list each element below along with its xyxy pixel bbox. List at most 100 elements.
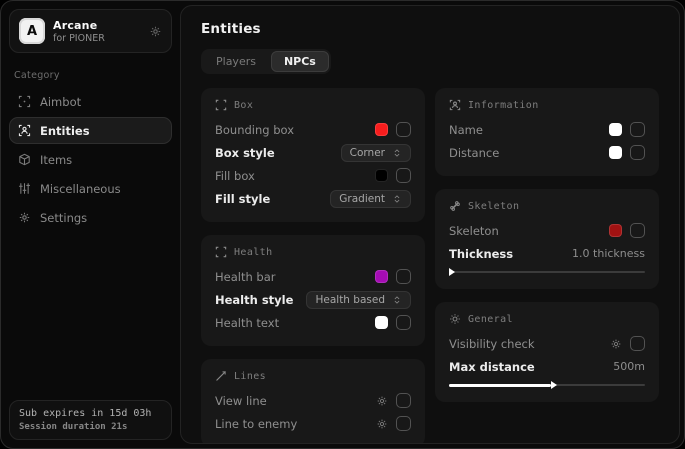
name-checkbox[interactable] — [630, 122, 645, 137]
health-bar-checkbox[interactable] — [396, 269, 411, 284]
cube-icon — [18, 153, 31, 166]
sun-icon — [449, 313, 461, 325]
color-swatch[interactable] — [375, 123, 388, 136]
category-label: Category — [14, 70, 167, 81]
visibility-check-checkbox[interactable] — [630, 336, 645, 351]
sidebar-item-label: Items — [40, 153, 72, 167]
brand-card: A Arcane for PIONER — [9, 9, 172, 53]
card-title: Health — [234, 247, 273, 258]
health-text-row: Health text — [215, 311, 411, 334]
view-line-checkbox[interactable] — [396, 393, 411, 408]
slider-handle[interactable] — [449, 268, 455, 276]
tab-players[interactable]: Players — [203, 51, 269, 72]
tab-npcs[interactable]: NPCs — [271, 51, 329, 72]
row-label: Distance — [449, 146, 499, 160]
box-style-dropdown[interactable]: Corner — [341, 144, 411, 162]
fill-style-dropdown[interactable]: Gradient — [330, 190, 411, 208]
crosshair-icon — [18, 95, 31, 108]
app-subtitle: for PIONER — [53, 33, 105, 44]
row-label: Max distance — [449, 360, 535, 374]
sidebar-nav: Aimbot Entities Items Miscellaneous Sett… — [9, 88, 172, 231]
sidebar-item-entities[interactable]: Entities — [9, 117, 172, 144]
gear-icon[interactable] — [376, 418, 388, 430]
card-title: Box — [234, 100, 253, 111]
row-label: View line — [215, 394, 267, 408]
skeleton-checkbox[interactable] — [630, 223, 645, 238]
name-row: Name — [449, 118, 645, 141]
row-label: Name — [449, 123, 483, 137]
sub-expiry-text: Sub expires in 15d 03h — [19, 408, 162, 419]
general-card: General Visibility check Max distance 50… — [435, 302, 659, 402]
entity-scan-icon — [18, 124, 31, 137]
right-column: Information Name Distance — [435, 88, 659, 402]
sidebar-item-label: Aimbot — [40, 95, 81, 109]
dropdown-value: Gradient — [339, 193, 385, 205]
sidebar-item-aimbot[interactable]: Aimbot — [9, 88, 172, 115]
health-bar-row: Health bar — [215, 265, 411, 288]
skeleton-row: Skeleton — [449, 219, 645, 242]
line-to-enemy-row: Line to enemy — [215, 412, 411, 435]
unfold-icon — [392, 148, 402, 158]
fill-box-row: Fill box — [215, 164, 411, 187]
health-style-dropdown[interactable]: Health based — [306, 291, 411, 309]
settings-gear-icon[interactable] — [149, 25, 162, 38]
row-label: Health bar — [215, 270, 276, 284]
corner-brackets-icon — [215, 246, 227, 258]
thickness-slider[interactable] — [449, 267, 645, 277]
color-swatch[interactable] — [609, 123, 622, 136]
row-label: Box style — [215, 146, 275, 160]
unfold-icon — [392, 295, 402, 305]
row-label: Visibility check — [449, 337, 535, 351]
corner-brackets-icon — [215, 99, 227, 111]
color-swatch[interactable] — [609, 146, 622, 159]
thickness-row: Thickness 1.0 thickness — [449, 242, 645, 265]
color-swatch[interactable] — [375, 316, 388, 329]
color-swatch[interactable] — [609, 224, 622, 237]
card-title: Information — [468, 100, 539, 111]
health-style-row: Health style Health based — [215, 288, 411, 311]
gear-icon[interactable] — [376, 395, 388, 407]
gear-icon[interactable] — [610, 338, 622, 350]
max-distance-slider[interactable] — [449, 380, 645, 390]
information-card: Information Name Distance — [435, 88, 659, 176]
bone-icon — [449, 200, 461, 212]
line-to-enemy-checkbox[interactable] — [396, 416, 411, 431]
box-style-row: Box style Corner — [215, 141, 411, 164]
health-text-checkbox[interactable] — [396, 315, 411, 330]
row-label: Health style — [215, 293, 293, 307]
color-swatch[interactable] — [375, 270, 388, 283]
fill-box-checkbox[interactable] — [396, 168, 411, 183]
gear-icon — [18, 211, 31, 224]
entity-type-tabs: Players NPCs — [201, 49, 331, 74]
box-card: Box Bounding box Box style Corner — [201, 88, 425, 222]
thickness-value: 1.0 thickness — [572, 247, 645, 260]
sidebar-item-label: Settings — [40, 211, 87, 225]
fill-style-row: Fill style Gradient — [215, 187, 411, 210]
unfold-icon — [392, 194, 402, 204]
page-title: Entities — [201, 21, 659, 37]
visibility-check-row: Visibility check — [449, 332, 645, 355]
dropdown-value: Corner — [350, 147, 385, 159]
color-swatch[interactable] — [375, 169, 388, 182]
health-card: Health Health bar Health style Health ba… — [201, 235, 425, 346]
card-title: General — [468, 314, 513, 325]
card-title: Skeleton — [468, 201, 519, 212]
bounding-box-row: Bounding box — [215, 118, 411, 141]
slider-handle[interactable] — [551, 381, 557, 389]
sidebar-item-miscellaneous[interactable]: Miscellaneous — [9, 175, 172, 202]
diagonal-line-icon — [215, 370, 227, 382]
max-distance-row: Max distance 500m — [449, 355, 645, 378]
session-duration-text: Session duration 21s — [19, 422, 162, 432]
dropdown-value: Health based — [315, 294, 385, 306]
sidebar-item-label: Entities — [40, 124, 90, 138]
sliders-icon — [18, 182, 31, 195]
sidebar-item-settings[interactable]: Settings — [9, 204, 172, 231]
main-panel: Entities Players NPCs Box Bounding box — [180, 5, 680, 444]
row-label: Fill box — [215, 169, 255, 183]
distance-checkbox[interactable] — [630, 145, 645, 160]
bounding-box-checkbox[interactable] — [396, 122, 411, 137]
left-column: Box Bounding box Box style Corner — [201, 88, 425, 444]
sidebar-item-items[interactable]: Items — [9, 146, 172, 173]
app-window: A Arcane for PIONER Category Aimbot Enti… — [0, 0, 685, 449]
row-label: Bounding box — [215, 123, 294, 137]
